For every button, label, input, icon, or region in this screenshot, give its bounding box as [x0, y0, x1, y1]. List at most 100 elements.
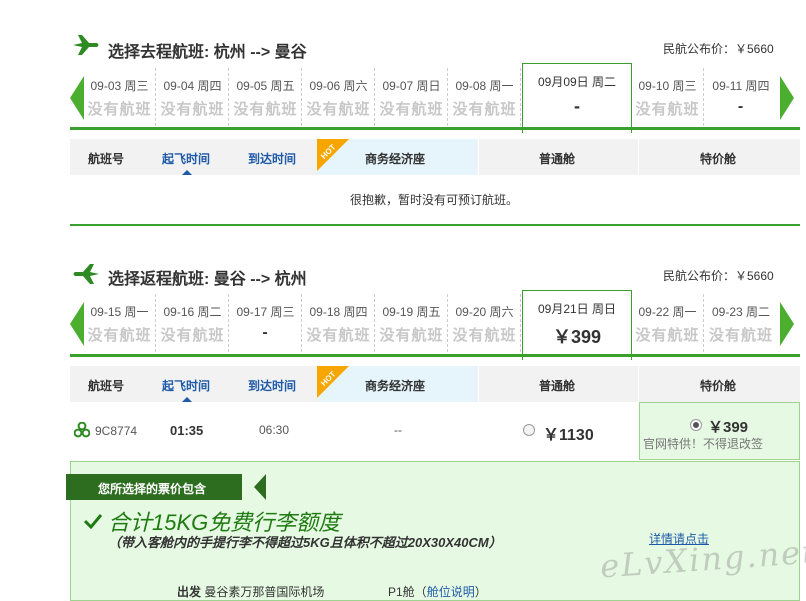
date-value: 没有航班 — [87, 101, 152, 118]
business-col-cell: HOT 商务经济座 — [317, 139, 477, 175]
economy-radio[interactable] — [523, 424, 535, 436]
date-label: 09-10 周三 — [638, 79, 697, 93]
date-label: 09-04 周四 — [163, 79, 222, 93]
arrive-time: 06:30 — [259, 423, 290, 437]
date-label: 09-22 周一 — [638, 305, 697, 319]
economy-price: ￥1130 — [543, 427, 594, 444]
date-cell[interactable]: 09-22 周一 没有航班 — [632, 294, 704, 352]
date-cell[interactable]: 09-23 周二 没有航班 — [705, 294, 777, 352]
date-cell[interactable]: 09-07 周日 没有航班 — [376, 68, 448, 126]
selected-date-tab[interactable]: 09月09日 周二 - — [522, 63, 632, 133]
date-label: 09-20 周六 — [455, 305, 514, 319]
inbound-public-price: 民航公布价：￥5660 — [663, 269, 774, 283]
special-radio[interactable] — [690, 419, 702, 431]
selected-date-label: 09月21日 周日 — [537, 302, 617, 316]
plane-icon — [72, 33, 100, 57]
date-value: 没有航班 — [160, 101, 225, 118]
date-value: 没有航班 — [708, 327, 773, 344]
prev-dates-arrow[interactable] — [70, 76, 84, 120]
flight-row: 9C8774 01:35 06:30 -- ￥1130 ￥399 官网特供！不得… — [70, 402, 800, 460]
airline-logo-icon — [74, 422, 90, 438]
date-value: 没有航班 — [87, 327, 152, 344]
date-value: 没有航班 — [306, 101, 371, 118]
date-cell[interactable]: 09-20 周六 没有航班 — [449, 294, 521, 352]
date-label: 09-06 周六 — [309, 79, 368, 93]
date-value: 没有航班 — [379, 327, 444, 344]
date-cell[interactable]: 09-17 周三 - — [230, 294, 302, 352]
date-cell[interactable]: 09-05 周五 没有航班 — [230, 68, 302, 126]
bottom-label: 出发 — [177, 585, 202, 599]
date-value: 没有航班 — [635, 101, 700, 118]
date-label: 09-11 周四 — [712, 79, 770, 93]
cabin-label: P1舱（ — [388, 585, 427, 599]
cabin-info: P1舱（舱位说明） — [388, 583, 487, 600]
depart-time: 01:35 — [170, 423, 204, 438]
date-cell[interactable]: 09-10 周三 没有航班 — [632, 68, 704, 126]
business-price: -- — [394, 423, 402, 437]
package-banner-text: 您所选择的票价包含 — [98, 482, 207, 496]
business-col-cell: HOT 商务经济座 — [317, 366, 477, 402]
date-cell[interactable]: 09-16 周二 没有航班 — [157, 294, 229, 352]
sort-depart-time[interactable]: 起飞时间 — [162, 377, 210, 394]
flight-number: 9C8774 — [95, 424, 138, 438]
date-value: 没有航班 — [635, 327, 700, 344]
col-business: 商务经济座 — [365, 152, 426, 166]
date-label: 09-17 周三 — [236, 305, 295, 319]
col-flight-no: 航班号 — [88, 152, 125, 166]
cabin-explain-link[interactable]: 舱位说明 — [427, 585, 475, 599]
date-cell[interactable]: 09-04 周四 没有航班 — [157, 68, 229, 126]
outbound-public-price: 民航公布价：￥5660 — [663, 42, 774, 56]
date-label: 09-03 周三 — [90, 79, 149, 93]
sort-arrive-time[interactable]: 到达时间 — [248, 377, 296, 394]
special-price-cell[interactable]: ￥399 官网特供！不得退改签 — [639, 402, 800, 460]
baggage-subline: （带入客舱内的手提行李不得超过5KG且体积不超过20X30X40CM） — [108, 535, 502, 550]
next-dates-arrow[interactable] — [780, 76, 794, 120]
section-divider — [70, 224, 800, 226]
selected-date-value: - — [574, 96, 580, 116]
date-label: 09-16 周二 — [163, 305, 222, 319]
date-label: 09-23 周二 — [711, 305, 771, 319]
date-cell[interactable]: 09-06 周六 没有航班 — [303, 68, 375, 126]
bottom-row: 出发 曼谷素万那普国际机场 — [177, 583, 324, 600]
outbound-table-header: 航班号 起飞时间 到达时间 HOT 商务经济座 普通舱 特价舱 — [70, 139, 800, 175]
cabin-close-paren: ） — [474, 585, 487, 599]
selected-date-tab[interactable]: 09月21日 周日 ￥399 — [522, 290, 632, 360]
date-label: 09-15 周一 — [90, 305, 149, 319]
prev-dates-arrow[interactable] — [70, 302, 84, 346]
date-value: - — [737, 98, 745, 115]
inbound-title: 选择返程航班: 曼谷 --> 杭州 — [108, 271, 307, 288]
date-bar-underline — [70, 354, 800, 357]
date-label: 09-07 周日 — [382, 79, 441, 93]
date-value: 没有航班 — [452, 101, 517, 118]
col-business: 商务经济座 — [365, 379, 426, 393]
col-flight-no: 航班号 — [88, 379, 125, 393]
date-value: 没有航班 — [379, 101, 444, 118]
no-flight-message: 很抱歉，暂时没有可预订航班。 — [350, 193, 519, 207]
col-economy: 普通舱 — [539, 152, 576, 166]
date-label: 09-19 周五 — [382, 305, 441, 319]
date-cell[interactable]: 09-08 周一 没有航班 — [449, 68, 521, 126]
date-cell[interactable]: 09-03 周三 没有航班 — [84, 68, 156, 126]
next-dates-arrow[interactable] — [780, 302, 794, 346]
date-label: 09-05 周五 — [236, 79, 295, 93]
special-price: ￥399 — [708, 419, 749, 436]
bottom-airport: 曼谷素万那普国际机场 — [204, 585, 325, 599]
date-cell[interactable]: 09-18 周四 没有航班 — [303, 294, 375, 352]
col-special: 特价舱 — [700, 152, 737, 166]
date-cell[interactable]: 09-15 周一 没有航班 — [84, 294, 156, 352]
date-value: 没有航班 — [452, 327, 517, 344]
hot-tag-icon: HOT — [317, 139, 349, 171]
sort-depart-time[interactable]: 起飞时间 — [162, 150, 210, 167]
date-bar-underline — [70, 127, 800, 130]
date-label: 09-08 周一 — [455, 79, 514, 93]
hot-tag-icon: HOT — [317, 366, 349, 398]
selected-date-value: ￥399 — [552, 327, 602, 347]
special-note: 官网特供！不得退改签 — [643, 437, 764, 451]
sort-caret-icon — [182, 170, 192, 175]
date-cell[interactable]: 09-11 周四 - — [705, 68, 777, 126]
outbound-title: 选择去程航班: 杭州 --> 曼谷 — [108, 44, 307, 61]
date-cell[interactable]: 09-19 周五 没有航班 — [376, 294, 448, 352]
checkmark-icon — [84, 514, 102, 529]
sort-arrive-time[interactable]: 到达时间 — [248, 150, 296, 167]
date-label: 09-18 周四 — [309, 305, 368, 319]
